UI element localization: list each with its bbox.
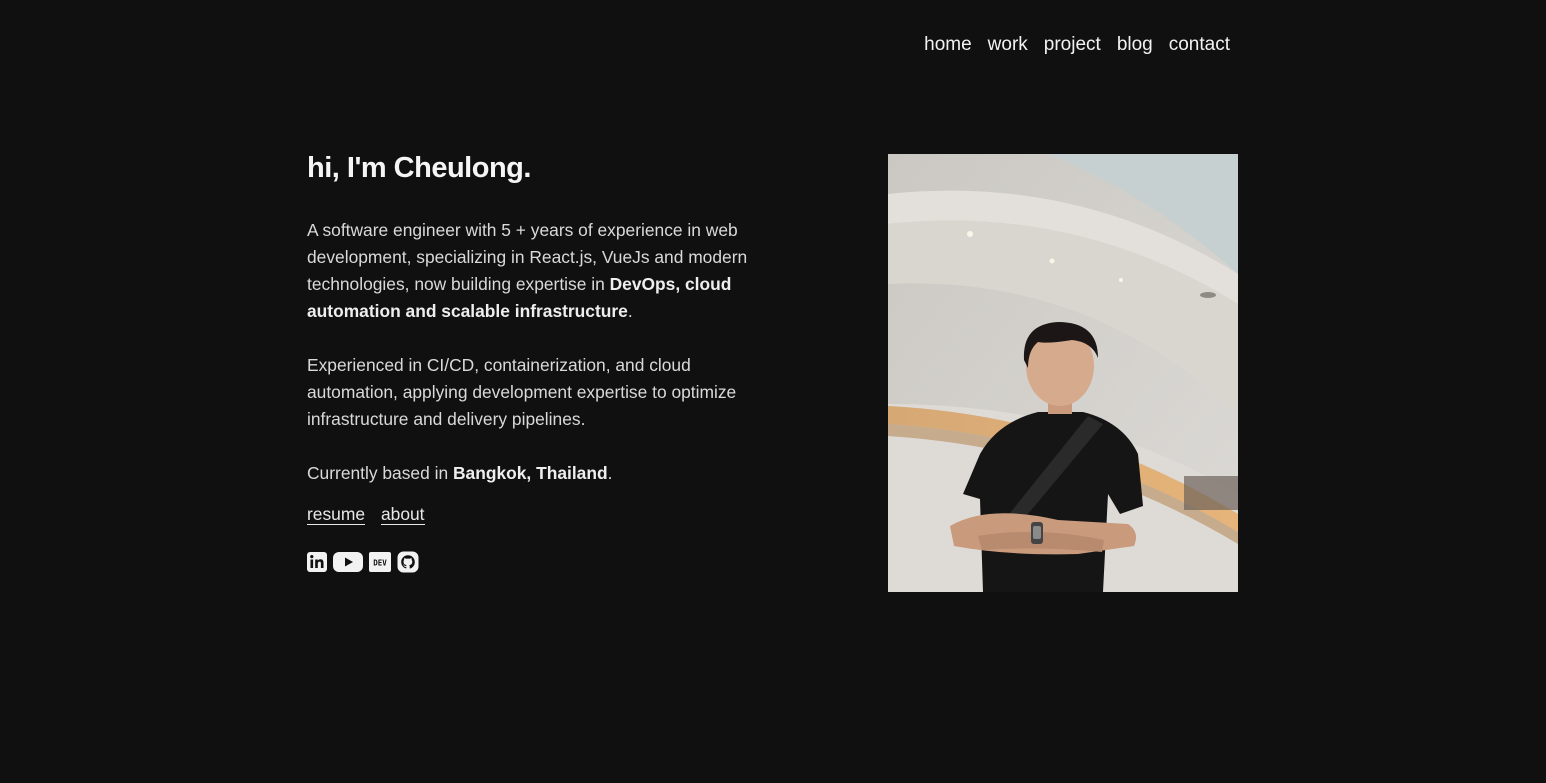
location-paragraph: Currently based in Bangkok, Thailand. [307,460,777,487]
github-icon[interactable] [397,551,419,573]
intro-paragraph-1: A software engineer with 5 + years of ex… [307,217,777,325]
nav-work[interactable]: work [988,34,1028,56]
top-nav: home work project blog contact [924,34,1230,56]
nav-home[interactable]: home [924,34,972,56]
location-text: Currently based in [307,463,453,483]
nav-blog[interactable]: blog [1117,34,1153,56]
profile-links: resume about [307,504,777,525]
page-title: hi, I'm Cheulong. [307,152,531,184]
intro-paragraph-2: Experienced in CI/CD, containerization, … [307,355,737,429]
nav-project[interactable]: project [1044,34,1101,56]
social-icons: DEV [307,551,777,573]
linkedin-icon[interactable] [307,552,327,572]
youtube-icon[interactable] [333,552,363,572]
location-end: . [607,463,613,483]
intro-section: hi, I'm Cheulong. A software engineer wi… [307,152,777,573]
about-link[interactable]: about [381,504,425,525]
nav-contact[interactable]: contact [1169,34,1230,56]
page: home work project blog contact hi, I'm C… [0,0,1546,783]
intro-p1-end: . [627,301,633,321]
dev-icon[interactable]: DEV [369,552,391,572]
resume-link[interactable]: resume [307,504,365,525]
profile-photo [888,154,1238,592]
dev-icon-label: DEV [373,559,387,568]
location-bold: Bangkok, Thailand [452,463,608,483]
